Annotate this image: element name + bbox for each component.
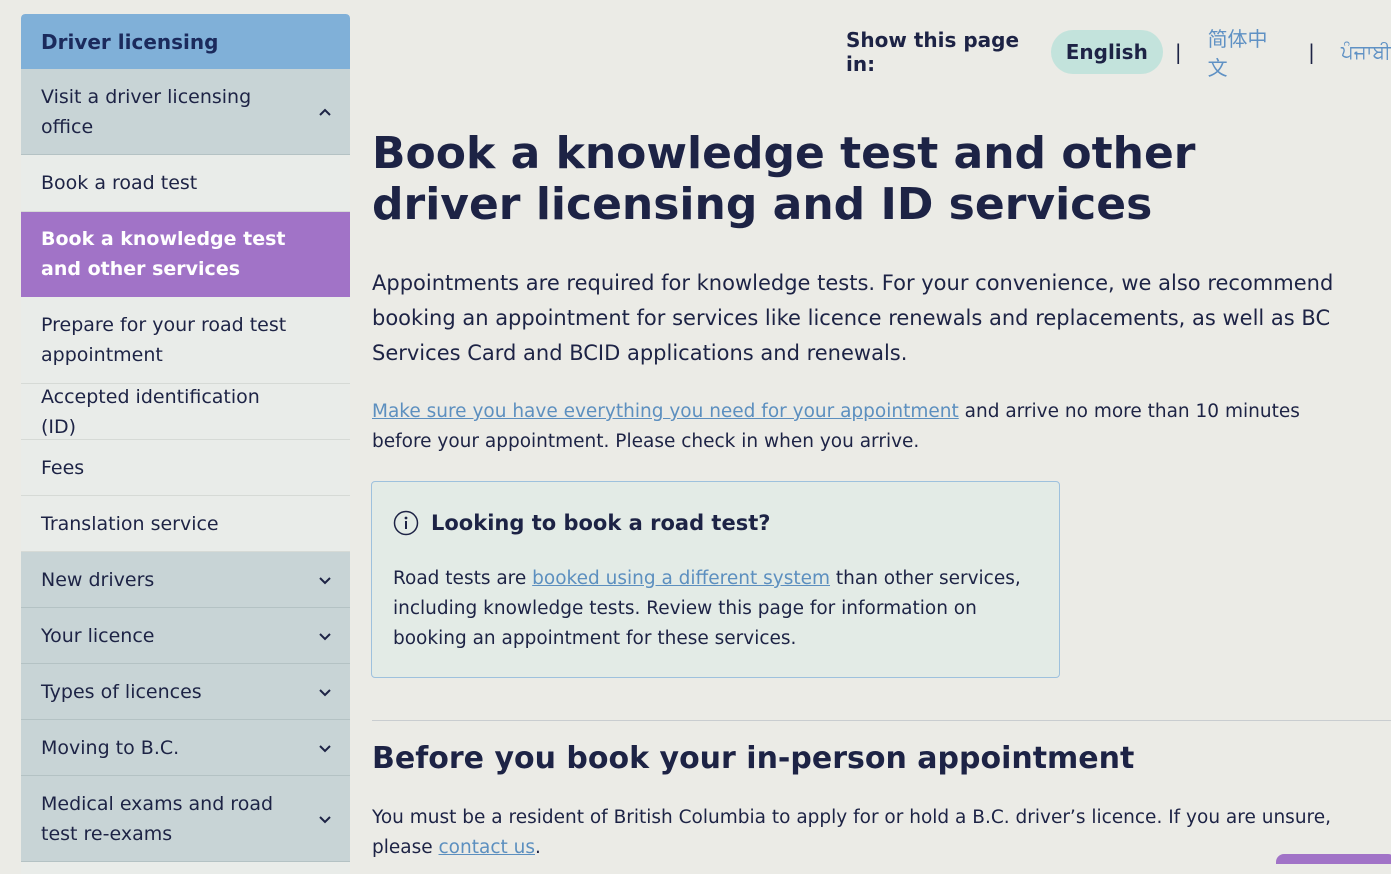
contact-us-link[interactable]: contact us	[439, 837, 535, 858]
chevron-down-icon[interactable]	[318, 812, 332, 826]
chevron-down-icon[interactable]	[318, 629, 332, 643]
section-title: Before you book your in-person appointme…	[372, 741, 1135, 776]
road-test-callout: Looking to book a road test? Road tests …	[371, 481, 1060, 678]
sidebar-item-visit-office[interactable]: Visit a driver licensing office	[21, 69, 350, 155]
sidebar-item-label: Types of licences	[41, 680, 202, 703]
language-separator: |	[1174, 40, 1182, 64]
callout-title: Looking to book a road test?	[431, 511, 771, 535]
sidebar-item-medical-exams[interactable]: Medical exams and road test re-exams	[21, 776, 350, 862]
sidebar-item-your-licence[interactable]: Your licence	[21, 608, 350, 664]
language-option-english[interactable]: English	[1050, 30, 1163, 74]
sidebar-item-fees[interactable]: Fees	[21, 440, 350, 496]
chevron-down-icon[interactable]	[318, 685, 332, 699]
language-option-chinese[interactable]: 简体中文	[1208, 23, 1283, 81]
sidebar-item-accepted-id[interactable]: Accepted identification (ID)	[21, 384, 350, 440]
different-system-link[interactable]: booked using a different system	[532, 568, 830, 589]
chevron-down-icon[interactable]	[318, 573, 332, 587]
language-switcher: Show this page in: English | 简体中文 | ਪੰਜਾ…	[846, 27, 1391, 80]
sidebar-item-label: Visit a driver licensing office	[41, 85, 252, 138]
sidebar-item-translation-service[interactable]: Translation service	[21, 496, 350, 552]
sidebar-item-label: Your licence	[41, 624, 155, 647]
sidebar-item-label: Moving to B.C.	[41, 736, 180, 759]
sidebar-item-book-knowledge-test[interactable]: Book a knowledge test and other services	[21, 212, 350, 297]
sidebar-item-label: Medical exams and road test re-exams	[41, 792, 274, 845]
sidebar-item-label: Translation service	[41, 512, 219, 535]
callout-body-text: Road tests are	[393, 568, 533, 589]
sidebar-item-label: Fees	[41, 456, 85, 479]
appointment-paragraph: Make sure you have everything you need f…	[372, 397, 1352, 457]
sidebar-item-label: New drivers	[41, 568, 155, 591]
sidebar-item-label: Book a knowledge test and other services	[41, 228, 286, 280]
chevron-down-icon[interactable]	[318, 741, 332, 755]
callout-heading: Looking to book a road test?	[393, 510, 770, 536]
language-option-punjabi[interactable]: ਪੰਜਾਬੀ	[1341, 40, 1391, 64]
floating-action-button[interactable]	[1276, 854, 1391, 864]
chevron-up-icon[interactable]	[318, 105, 332, 119]
callout-body: Road tests are booked using a different …	[393, 564, 1043, 654]
language-label: Show this page in:	[846, 28, 1020, 76]
sidebar-item-types-of-licences[interactable]: Types of licences	[21, 664, 350, 720]
sidebar-header[interactable]: Driver licensing	[21, 14, 350, 69]
section-divider	[372, 720, 1391, 721]
sidebar-item-book-road-test[interactable]: Book a road test	[21, 155, 350, 212]
sidebar-item-moving-to-bc[interactable]: Moving to B.C.	[21, 720, 350, 776]
sidebar-item-new-drivers[interactable]: New drivers	[21, 552, 350, 608]
sidebar-item-label: Prepare for your road test appointment	[41, 314, 287, 366]
sidebar-item-prepare-road-test[interactable]: Prepare for your road test appointment	[21, 297, 350, 384]
page-title: Book a knowledge test and other driver l…	[372, 128, 1196, 230]
info-icon	[393, 510, 419, 536]
language-separator: |	[1308, 40, 1315, 64]
sidebar-item-label: Accepted identification (ID)	[41, 385, 260, 438]
residency-text-end: .	[535, 837, 541, 858]
intro-paragraph: Appointments are required for knowledge …	[372, 271, 1334, 365]
appointment-requirements-link[interactable]: Make sure you have everything you need f…	[372, 401, 959, 422]
sidebar-item-label: Book a road test	[41, 172, 198, 194]
residency-paragraph: You must be a resident of British Columb…	[372, 803, 1362, 863]
sidebar-nav: Driver licensing Visit a driver licensin…	[21, 14, 350, 874]
